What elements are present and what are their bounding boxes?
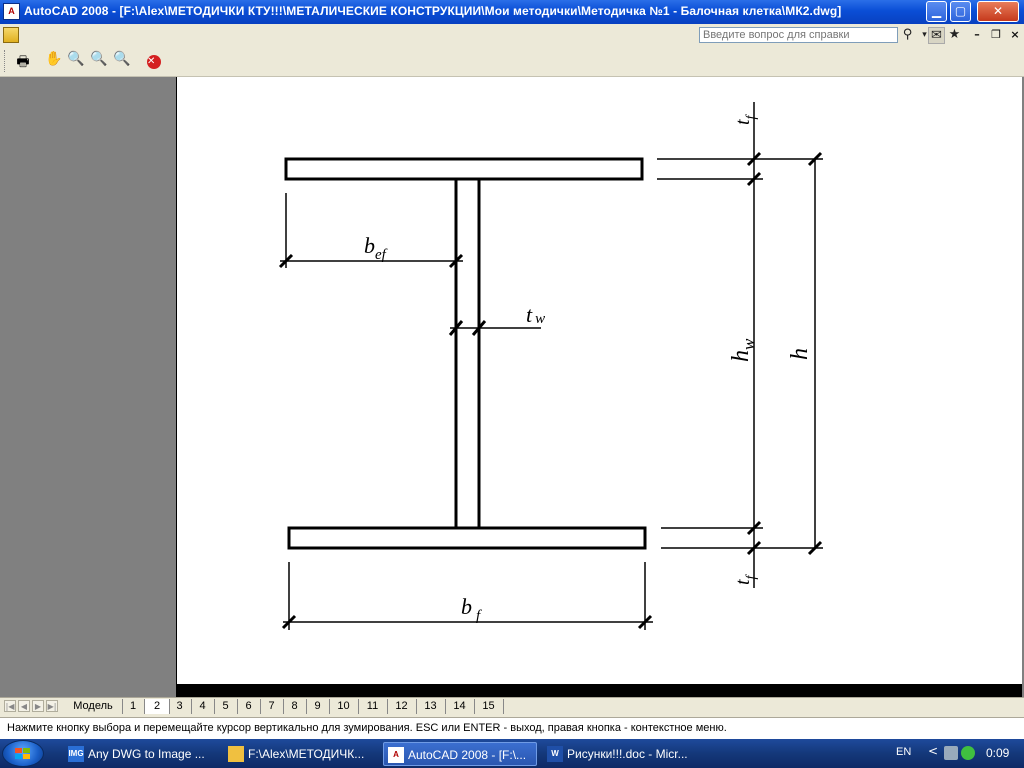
label-tw: tw xyxy=(526,302,545,327)
taskbar-item-autocad[interactable]: A AutoCAD 2008 - [F:\... xyxy=(383,742,537,766)
tab-first-button[interactable]: |◀ xyxy=(4,700,16,712)
tab-15[interactable]: 15 xyxy=(474,699,504,714)
zoom-window-icon[interactable]: 🔍 xyxy=(89,51,109,71)
label-hw: hw xyxy=(728,338,758,362)
tab-5[interactable]: 5 xyxy=(214,699,238,714)
top-flange xyxy=(284,157,644,181)
label-tf-bottom: tf xyxy=(732,573,759,585)
paper-sheet[interactable]: bef tw tf hw h tf bf xyxy=(176,77,1022,684)
label-bef: bef xyxy=(364,233,388,263)
communication-center-icon[interactable]: ✉ xyxy=(928,27,945,44)
tab-9[interactable]: 9 xyxy=(306,699,330,714)
window-title: AutoCAD 2008 - [F:\Alex\МЕТОДИЧКИ КТУ!!!… xyxy=(24,4,842,18)
minimize-button[interactable]: ▁ xyxy=(926,1,947,22)
tab-next-button[interactable]: ▶ xyxy=(32,700,44,712)
toolbar-grip[interactable] xyxy=(4,50,8,72)
autocad-icon: A xyxy=(388,747,404,763)
doc-minimize-button[interactable]: – xyxy=(969,27,985,43)
plot-icon[interactable]: 🖶 xyxy=(13,51,33,71)
tab-1[interactable]: 1 xyxy=(122,699,145,714)
tab-3[interactable]: 3 xyxy=(168,699,192,714)
word-icon: W xyxy=(547,746,563,762)
tab-14[interactable]: 14 xyxy=(445,699,475,714)
doc-close-button[interactable]: × xyxy=(1007,27,1023,43)
tab-2[interactable]: 2 xyxy=(144,699,170,714)
autocad-app-icon[interactable]: A xyxy=(3,3,20,20)
doc-restore-button[interactable]: ❐ xyxy=(988,27,1004,43)
taskbar-item-explorer[interactable]: F:\Alex\МЕТОДИЧК... xyxy=(224,742,378,766)
tab-6[interactable]: 6 xyxy=(237,699,261,714)
close-icon: ✕ xyxy=(992,4,1004,18)
status-tray-icon[interactable] xyxy=(961,746,975,760)
tab-last-button[interactable]: ▶| xyxy=(46,700,58,712)
tab-prev-button[interactable]: ◀ xyxy=(18,700,30,712)
language-indicator[interactable]: EN xyxy=(896,746,911,758)
paper-shadow xyxy=(176,684,1022,697)
tab-model[interactable]: Модель xyxy=(64,699,123,714)
windows-logo-icon xyxy=(15,748,30,759)
label-tf-top: tf xyxy=(732,113,759,125)
tab-8[interactable]: 8 xyxy=(283,699,307,714)
bottom-flange xyxy=(287,526,647,550)
zoom-previous-icon[interactable]: 🔍 xyxy=(112,51,132,71)
tab-7[interactable]: 7 xyxy=(260,699,284,714)
maximize-icon: ▢ xyxy=(954,4,967,18)
label-h: h xyxy=(787,348,813,360)
close-preview-icon[interactable]: ✕ xyxy=(147,55,161,69)
close-window-button[interactable]: ✕ xyxy=(977,1,1019,22)
i-beam-drawing: bef tw tf hw h tf bf xyxy=(278,102,823,630)
tab-12[interactable]: 12 xyxy=(387,699,417,714)
minimize-icon: ▁ xyxy=(931,4,942,18)
folder-icon xyxy=(228,746,244,762)
background-area xyxy=(0,77,176,697)
show-hidden-icons-button[interactable]: < xyxy=(928,744,938,758)
document-icon[interactable] xyxy=(3,27,19,43)
help-search-icon[interactable]: ⚲ xyxy=(899,27,916,44)
tab-4[interactable]: 4 xyxy=(191,699,215,714)
network-icon[interactable] xyxy=(944,746,958,760)
tab-11[interactable]: 11 xyxy=(358,699,388,714)
taskbar-item-dwg-to-image[interactable]: IMG Any DWG to Image ... xyxy=(64,742,220,766)
image-converter-icon: IMG xyxy=(68,746,84,762)
help-search-input[interactable] xyxy=(699,27,898,43)
maximize-button[interactable]: ▢ xyxy=(950,1,971,22)
tab-13[interactable]: 13 xyxy=(416,699,446,714)
label-bf: bf xyxy=(461,594,482,624)
favorites-star-icon[interactable]: ★ xyxy=(946,27,963,44)
taskbar-item-word[interactable]: W Рисунки!!!.doc - Micr... xyxy=(543,742,697,766)
zoom-realtime-icon[interactable]: 🔍 xyxy=(66,51,86,71)
pan-icon[interactable]: ✋ xyxy=(44,51,64,71)
system-clock[interactable]: 0:09 xyxy=(986,746,1009,760)
status-message: Нажмите кнопку выбора и перемещайте курс… xyxy=(7,722,727,734)
start-button[interactable] xyxy=(2,740,44,767)
tab-10[interactable]: 10 xyxy=(329,699,359,714)
